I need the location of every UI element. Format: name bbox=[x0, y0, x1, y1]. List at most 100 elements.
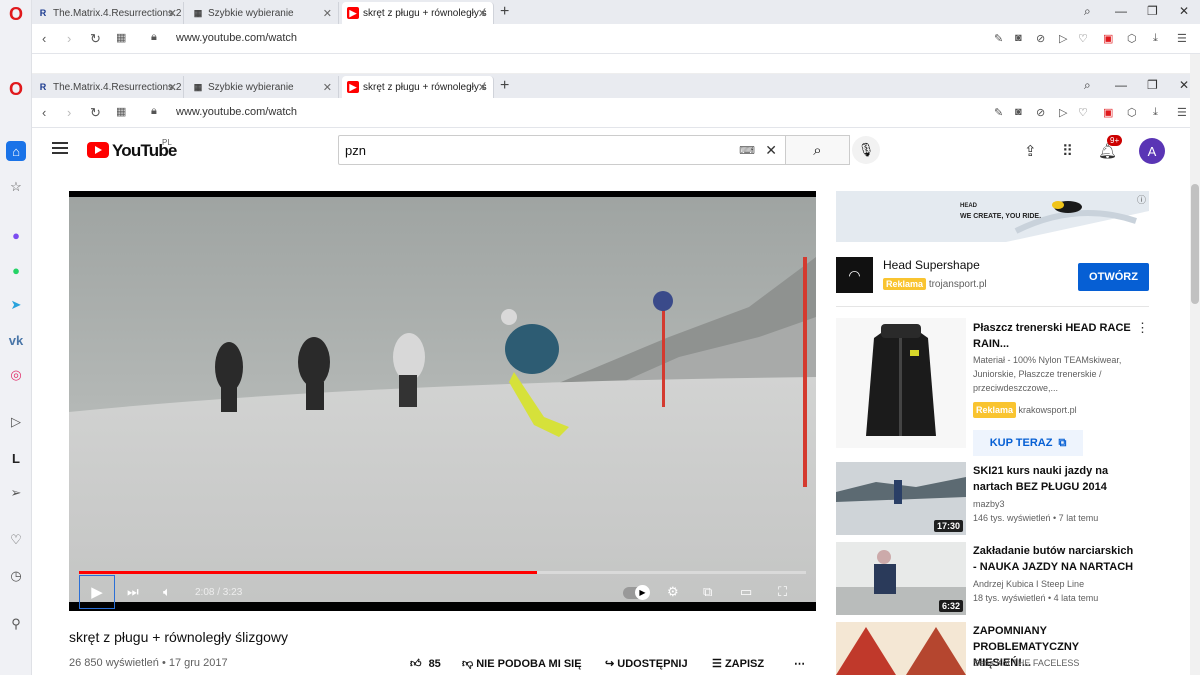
search-icon[interactable]: ⌕ bbox=[1084, 4, 1091, 19]
tab-matrix[interactable]: R The.Matrix.4.Resurrections.2 ✕ bbox=[32, 2, 184, 24]
back-icon[interactable]: ‹ bbox=[42, 105, 46, 120]
close-icon[interactable]: ✕ bbox=[478, 7, 487, 20]
messenger-icon[interactable]: ● bbox=[6, 225, 26, 245]
tab-speed-dial[interactable]: ▦ Szybkie wybieranie ✕ bbox=[187, 2, 339, 24]
star-icon[interactable]: ☆ bbox=[6, 177, 26, 197]
minimize-icon[interactable]: — bbox=[1115, 78, 1127, 92]
reload-icon[interactable]: ↻ bbox=[90, 31, 101, 47]
tab-speed-dial[interactable]: ▦ Szybkie wybieranie ✕ bbox=[187, 76, 339, 98]
youtube-logo-icon[interactable] bbox=[87, 142, 109, 158]
theater-mode-icon[interactable]: ▭ bbox=[740, 584, 752, 600]
tabs-grid-icon[interactable]: ▦ bbox=[116, 105, 126, 118]
edit-icon[interactable]: ✎ bbox=[994, 32, 1003, 45]
info-icon[interactable]: ⓘ bbox=[1137, 193, 1146, 206]
recommendation-title[interactable]: SKI21 kurs nauki jazdy na nartach BEZ PŁ… bbox=[973, 463, 1138, 495]
search-input[interactable]: pzn ⌨ ✕ bbox=[338, 135, 786, 165]
url-text[interactable]: www.youtube.com/watch bbox=[176, 32, 297, 44]
heart-icon[interactable]: ♡ bbox=[1078, 32, 1088, 45]
tab-youtube[interactable]: ▶ skręt z pługu + równoległy ś ✕ bbox=[342, 2, 494, 24]
save-button[interactable]: ☰ ZAPISZ bbox=[712, 657, 764, 670]
tabs-grid-icon[interactable]: ▦ bbox=[116, 31, 126, 44]
vk-icon[interactable]: vk bbox=[6, 330, 26, 350]
upload-icon[interactable]: ⇪ bbox=[1024, 142, 1037, 160]
instagram-icon[interactable]: ◎ bbox=[6, 365, 26, 385]
url-text[interactable]: www.youtube.com/watch bbox=[176, 106, 297, 118]
cube-icon[interactable]: ⬡ bbox=[1127, 32, 1137, 45]
close-icon[interactable]: ✕ bbox=[168, 81, 177, 94]
voice-search-button[interactable]: 🎙︎ bbox=[852, 136, 880, 164]
opera-logo-icon[interactable]: O bbox=[6, 4, 26, 24]
settings-gear-icon[interactable]: ⚙ bbox=[667, 584, 679, 600]
whatsapp-icon[interactable]: ● bbox=[6, 260, 26, 280]
tab-matrix[interactable]: R The.Matrix.4.Resurrections.2 ✕ bbox=[32, 76, 184, 98]
ad-title[interactable]: Head Supershape bbox=[883, 258, 980, 272]
new-tab-icon[interactable]: + bbox=[500, 3, 509, 21]
page-scrollbar[interactable] bbox=[1190, 54, 1200, 675]
heart-icon[interactable]: ♡ bbox=[1078, 106, 1088, 119]
hamburger-menu-icon[interactable] bbox=[52, 142, 68, 154]
play-icon[interactable]: ▷ bbox=[1059, 32, 1067, 45]
like-button[interactable]: 👍︎ 85 bbox=[410, 657, 441, 670]
menu-icon[interactable]: ☰ bbox=[1177, 32, 1187, 45]
video-player[interactable]: ▶ ⏭︎ 🔈︎ 2:08 / 3:23 ▶ ⚙ ⧉ ▭ ⛶ bbox=[69, 191, 816, 611]
autoplay-toggle[interactable]: ▶ bbox=[623, 585, 650, 600]
recommendation-thumbnail[interactable] bbox=[836, 622, 966, 675]
send-icon[interactable]: ➢ bbox=[6, 483, 26, 503]
apps-grid-icon[interactable]: ⠿ bbox=[1062, 142, 1073, 160]
avatar[interactable]: A bbox=[1139, 138, 1165, 164]
telegram-icon[interactable]: ➤ bbox=[6, 295, 26, 315]
adblock-icon[interactable]: ⊘ bbox=[1036, 106, 1045, 119]
tab-youtube[interactable]: ▶ skręt z pługu + równoległy ś ✕ bbox=[342, 76, 494, 98]
head-logo-icon[interactable]: ◠ bbox=[836, 257, 873, 293]
l-icon[interactable]: L bbox=[6, 448, 26, 468]
volume-icon[interactable]: 🔈︎ bbox=[163, 584, 171, 600]
download-ext-icon[interactable]: ▣ bbox=[1103, 32, 1113, 45]
heart-icon[interactable]: ♡ bbox=[6, 530, 26, 550]
fullscreen-icon[interactable]: ⛶ bbox=[778, 584, 787, 600]
scrollbar-thumb[interactable] bbox=[1191, 184, 1199, 304]
recommendation-thumbnail[interactable]: 6:32 bbox=[836, 542, 966, 615]
coat-thumbnail[interactable] bbox=[836, 318, 966, 448]
lightbulb-icon[interactable]: ⚲ bbox=[6, 614, 26, 634]
home-icon[interactable]: ⌂ bbox=[6, 141, 26, 161]
close-icon[interactable]: ✕ bbox=[323, 7, 332, 20]
forward-icon[interactable]: › bbox=[67, 31, 71, 46]
recommendation-channel[interactable]: mazby3 bbox=[973, 497, 1143, 511]
opera-logo-icon-2[interactable]: O bbox=[6, 79, 26, 99]
recommendation-channel[interactable]: Andrzej Kubica I Steep Line bbox=[973, 577, 1143, 591]
forward-icon[interactable]: › bbox=[67, 105, 71, 120]
dislike-button[interactable]: 👎︎ NIE PODOBA MI SIĘ bbox=[462, 657, 582, 670]
download-ext-icon[interactable]: ▣ bbox=[1103, 106, 1113, 119]
edit-icon[interactable]: ✎ bbox=[994, 106, 1003, 119]
ad-banner[interactable]: HEAD WE CREATE, YOU RIDE. ⓘ bbox=[836, 191, 1149, 242]
cube-icon[interactable]: ⬡ bbox=[1127, 106, 1137, 119]
buy-now-button[interactable]: KUP TERAZ ⧉ bbox=[973, 430, 1083, 456]
close-window-icon[interactable]: ✕ bbox=[1179, 78, 1189, 92]
open-ad-button[interactable]: OTWÓRZ bbox=[1078, 263, 1149, 291]
miniplayer-icon[interactable]: ⧉ bbox=[703, 584, 712, 600]
close-icon[interactable]: ✕ bbox=[478, 81, 487, 94]
player-icon[interactable]: ▷ bbox=[6, 412, 26, 432]
recommendation-title[interactable]: Zakładanie butów narciarskich - NAUKA JA… bbox=[973, 543, 1138, 575]
download-icon[interactable]: ⤓ bbox=[1153, 106, 1158, 119]
next-icon[interactable]: ⏭︎ bbox=[127, 584, 139, 600]
recommendation-thumbnail[interactable]: 17:30 bbox=[836, 462, 966, 535]
close-icon[interactable]: ✕ bbox=[168, 7, 177, 20]
progress-bar[interactable] bbox=[79, 571, 806, 574]
clear-search-icon[interactable]: ✕ bbox=[765, 142, 777, 159]
more-options-icon[interactable]: ⋮ bbox=[1136, 320, 1149, 336]
search-button[interactable]: ⌕ bbox=[786, 135, 850, 165]
back-icon[interactable]: ‹ bbox=[42, 31, 46, 46]
close-icon[interactable]: ✕ bbox=[323, 81, 332, 94]
search-icon[interactable]: ⌕ bbox=[1084, 78, 1091, 93]
close-window-icon[interactable]: ✕ bbox=[1179, 4, 1189, 18]
play-icon[interactable]: ▷ bbox=[1059, 106, 1067, 119]
reload-icon[interactable]: ↻ bbox=[90, 105, 101, 121]
more-actions-icon[interactable]: ⋯ bbox=[794, 657, 805, 670]
play-button[interactable]: ▶ bbox=[79, 575, 115, 609]
minimize-icon[interactable]: — bbox=[1115, 4, 1127, 18]
new-tab-icon[interactable]: + bbox=[500, 77, 509, 95]
history-icon[interactable]: ◷ bbox=[6, 566, 26, 586]
keyboard-icon[interactable]: ⌨ bbox=[739, 144, 755, 157]
menu-icon[interactable]: ☰ bbox=[1177, 106, 1187, 119]
